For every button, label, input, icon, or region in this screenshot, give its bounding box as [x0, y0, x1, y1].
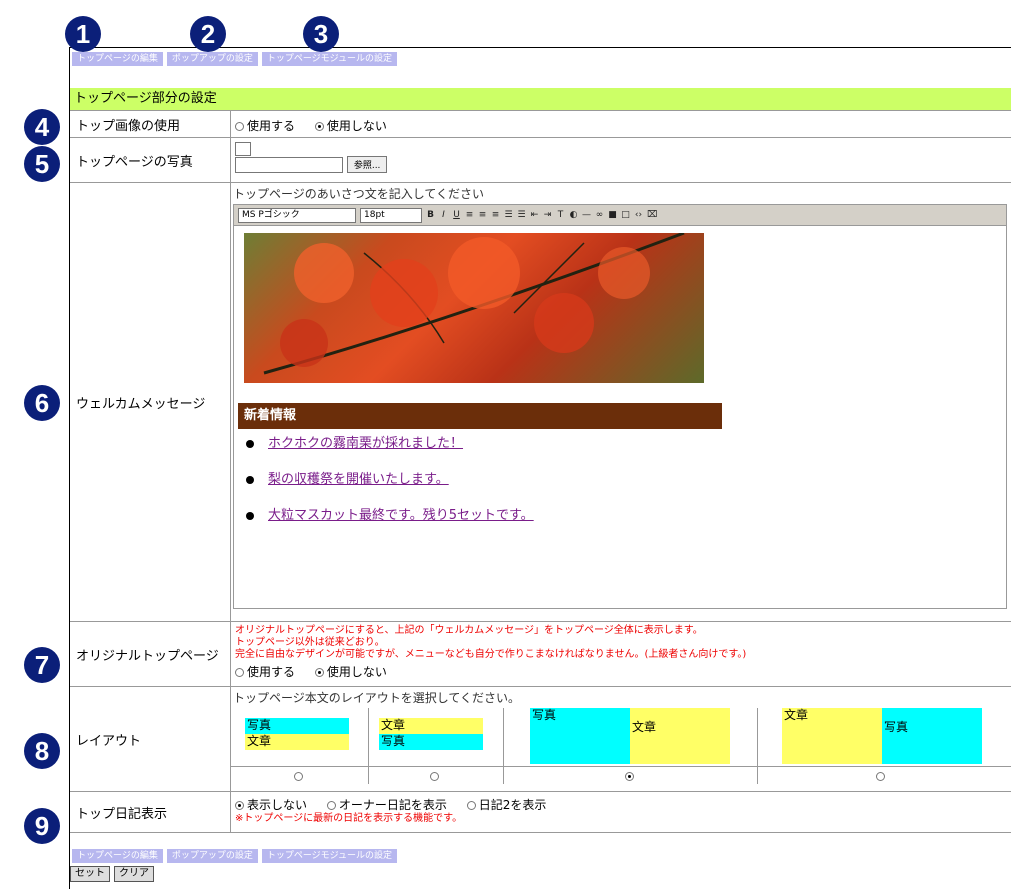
news-header: 新着情報	[238, 403, 722, 429]
top-tabs: トップページの編集 ポップアップの設定 トップページモジュールの設定	[72, 52, 398, 66]
font-select[interactable]: MS Pゴシック	[238, 207, 356, 223]
ordered-list-icon[interactable]: ☰	[504, 210, 513, 221]
marker-8: 8	[24, 733, 60, 769]
set-button[interactable]: セット	[70, 866, 110, 882]
image-icon[interactable]: ■	[608, 210, 617, 221]
section-title: トップページ部分の設定	[70, 88, 1011, 111]
marker-6: 6	[24, 385, 60, 421]
underline-icon[interactable]: U	[452, 210, 461, 221]
size-select[interactable]: 18pt	[360, 207, 422, 223]
bottom-tab-top-edit[interactable]: トップページの編集	[72, 849, 163, 863]
layout4-text: 文章	[782, 708, 882, 764]
unordered-list-icon[interactable]: ☰	[517, 210, 526, 221]
bg-color-icon[interactable]: ◐	[569, 210, 578, 221]
table-icon[interactable]: □	[621, 210, 630, 221]
marker-4: 4	[24, 109, 60, 145]
layout-radio-4[interactable]	[875, 769, 888, 783]
layout1-photo: 写真	[245, 718, 349, 734]
row-original: オリジナルトップページ オリジナルトップページにすると、上記の「ウェルカムメッセ…	[70, 622, 1011, 687]
welcome-hint: トップページのあいさつ文を記入してください	[233, 187, 485, 201]
layout2-photo: 写真	[379, 734, 483, 750]
layout-option-2[interactable]: 文章 写真	[368, 708, 503, 766]
layout-radio-2[interactable]	[430, 769, 442, 783]
layout-radio-1[interactable]	[293, 769, 306, 783]
link-icon[interactable]: ∞	[595, 210, 604, 221]
source-icon[interactable]: ‹›	[634, 210, 643, 221]
settings-panel: トップページ部分の設定 トップ画像の使用 使用する 使用しない トップページの写…	[70, 88, 1011, 833]
photo-file-input[interactable]	[235, 156, 343, 173]
row-image-use: トップ画像の使用 使用する 使用しない	[70, 111, 1011, 138]
rich-text-editor[interactable]: MS Pゴシック 18pt B I U ≡ ≡ ≡ ☰ ☰ ⇤ ⇥ T ◐ — …	[233, 204, 1007, 609]
maple-branch-graphic	[263, 233, 685, 375]
layout4-photo: 写真	[882, 708, 982, 764]
image-use-yes[interactable]: 使用する	[235, 117, 295, 134]
original-note-1: オリジナルトップページにすると、上記の「ウェルカムメッセージ」をトップページ全体…	[235, 625, 703, 636]
layout-option-4[interactable]: 文章 写真	[757, 708, 1005, 766]
layout2-text: 文章	[379, 718, 483, 734]
layout1-text: 文章	[245, 734, 349, 750]
text-color-icon[interactable]: T	[556, 210, 565, 221]
bottom-tab-popup-settings[interactable]: ポップアップの設定	[166, 849, 258, 863]
editor-toolbar: MS Pゴシック 18pt B I U ≡ ≡ ≡ ☰ ☰ ⇤ ⇥ T ◐ — …	[234, 205, 1006, 226]
bottom-tab-module-settings[interactable]: トップページモジュールの設定	[261, 849, 398, 863]
outdent-icon[interactable]: ⇤	[530, 210, 539, 221]
marker-5: 5	[24, 146, 60, 182]
original-note-2: トップページ以外は従来どおり。	[235, 637, 385, 648]
welcome-label: ウェルカムメッセージ	[70, 183, 231, 621]
hr-icon[interactable]: —	[582, 210, 591, 221]
news-list: ホクホクの霧南栗が採れました！ 梨の収穫祭を開催いたします。 大粒マスカット最終…	[246, 431, 534, 539]
row-layout: レイアウト トップページ本文のレイアウトを選択してください。 写真 文章 文章 …	[70, 687, 1011, 792]
form-buttons: セット クリア	[70, 866, 154, 882]
diary-label: トップ日記表示	[70, 792, 231, 832]
row-diary: トップ日記表示 表示しない オーナー日記を表示 日記2を表示 ※トップページに最…	[70, 792, 1011, 833]
layout-option-3[interactable]: 写真 文章	[503, 708, 757, 766]
align-left-icon[interactable]: ≡	[465, 210, 474, 221]
align-right-icon[interactable]: ≡	[491, 210, 500, 221]
news-item: 梨の収穫祭を開催いたします。	[246, 467, 534, 503]
bold-icon[interactable]: B	[426, 210, 435, 221]
image-use-no[interactable]: 使用しない	[314, 117, 387, 134]
layout-options: 写真 文章 文章 写真 写真 文章 文章 写真	[231, 708, 1011, 766]
photo-label: トップページの写真	[70, 138, 231, 182]
clear-format-icon[interactable]: ⌧	[647, 210, 657, 221]
original-no[interactable]: 使用しない	[314, 663, 387, 680]
indent-icon[interactable]: ⇥	[543, 210, 552, 221]
align-center-icon[interactable]: ≡	[478, 210, 487, 221]
photo-preview-box	[235, 142, 251, 156]
diary-hide[interactable]: 表示しない	[235, 796, 307, 813]
layout-label: レイアウト	[70, 687, 231, 791]
top-rule	[70, 47, 1011, 48]
maple-leaves-photo	[244, 233, 704, 383]
italic-icon[interactable]: I	[439, 210, 448, 221]
layout3-photo: 写真	[530, 708, 630, 764]
clear-button[interactable]: クリア	[114, 866, 154, 882]
tab-top-edit[interactable]: トップページの編集	[72, 52, 163, 66]
news-link-1[interactable]: ホクホクの霧南栗が採れました！	[268, 436, 463, 451]
image-use-label: トップ画像の使用	[70, 111, 231, 137]
bottom-tabs: トップページの編集 ポップアップの設定 トップページモジュールの設定	[72, 849, 398, 863]
news-link-2[interactable]: 梨の収穫祭を開催いたします。	[268, 472, 449, 487]
marker-9: 9	[24, 808, 60, 844]
diary-note: ※トップページに最新の日記を表示する機能です。	[235, 813, 463, 824]
row-welcome: ウェルカムメッセージ トップページのあいさつ文を記入してください MS Pゴシッ…	[70, 183, 1011, 622]
tab-module-settings[interactable]: トップページモジュールの設定	[261, 52, 398, 66]
original-yes[interactable]: 使用する	[235, 663, 295, 680]
news-item: ホクホクの霧南栗が採れました！	[246, 431, 534, 467]
news-item: 大粒マスカット最終です。残り5セットです。	[246, 503, 534, 539]
original-note-3: 完全に自由なデザインが可能ですが、メニューなども自分で作りこまなければなりません…	[235, 649, 747, 660]
layout-hint: トップページ本文のレイアウトを選択してください。	[233, 691, 521, 705]
browse-button[interactable]: 参照...	[346, 156, 388, 173]
original-label: オリジナルトップページ	[70, 622, 231, 686]
marker-7: 7	[24, 647, 60, 683]
news-link-3[interactable]: 大粒マスカット最終です。残り5セットです。	[268, 508, 534, 523]
tab-popup-settings[interactable]: ポップアップの設定	[166, 52, 258, 66]
row-photo: トップページの写真 参照...	[70, 138, 1011, 183]
layout-radio-row	[231, 766, 1011, 784]
layout-radio-3[interactable]	[624, 769, 637, 783]
diary-owner[interactable]: オーナー日記を表示	[326, 796, 447, 813]
layout3-text: 文章	[630, 708, 730, 764]
layout-option-1[interactable]: 写真 文章	[231, 708, 368, 766]
diary-2[interactable]: 日記2を表示	[466, 796, 546, 813]
